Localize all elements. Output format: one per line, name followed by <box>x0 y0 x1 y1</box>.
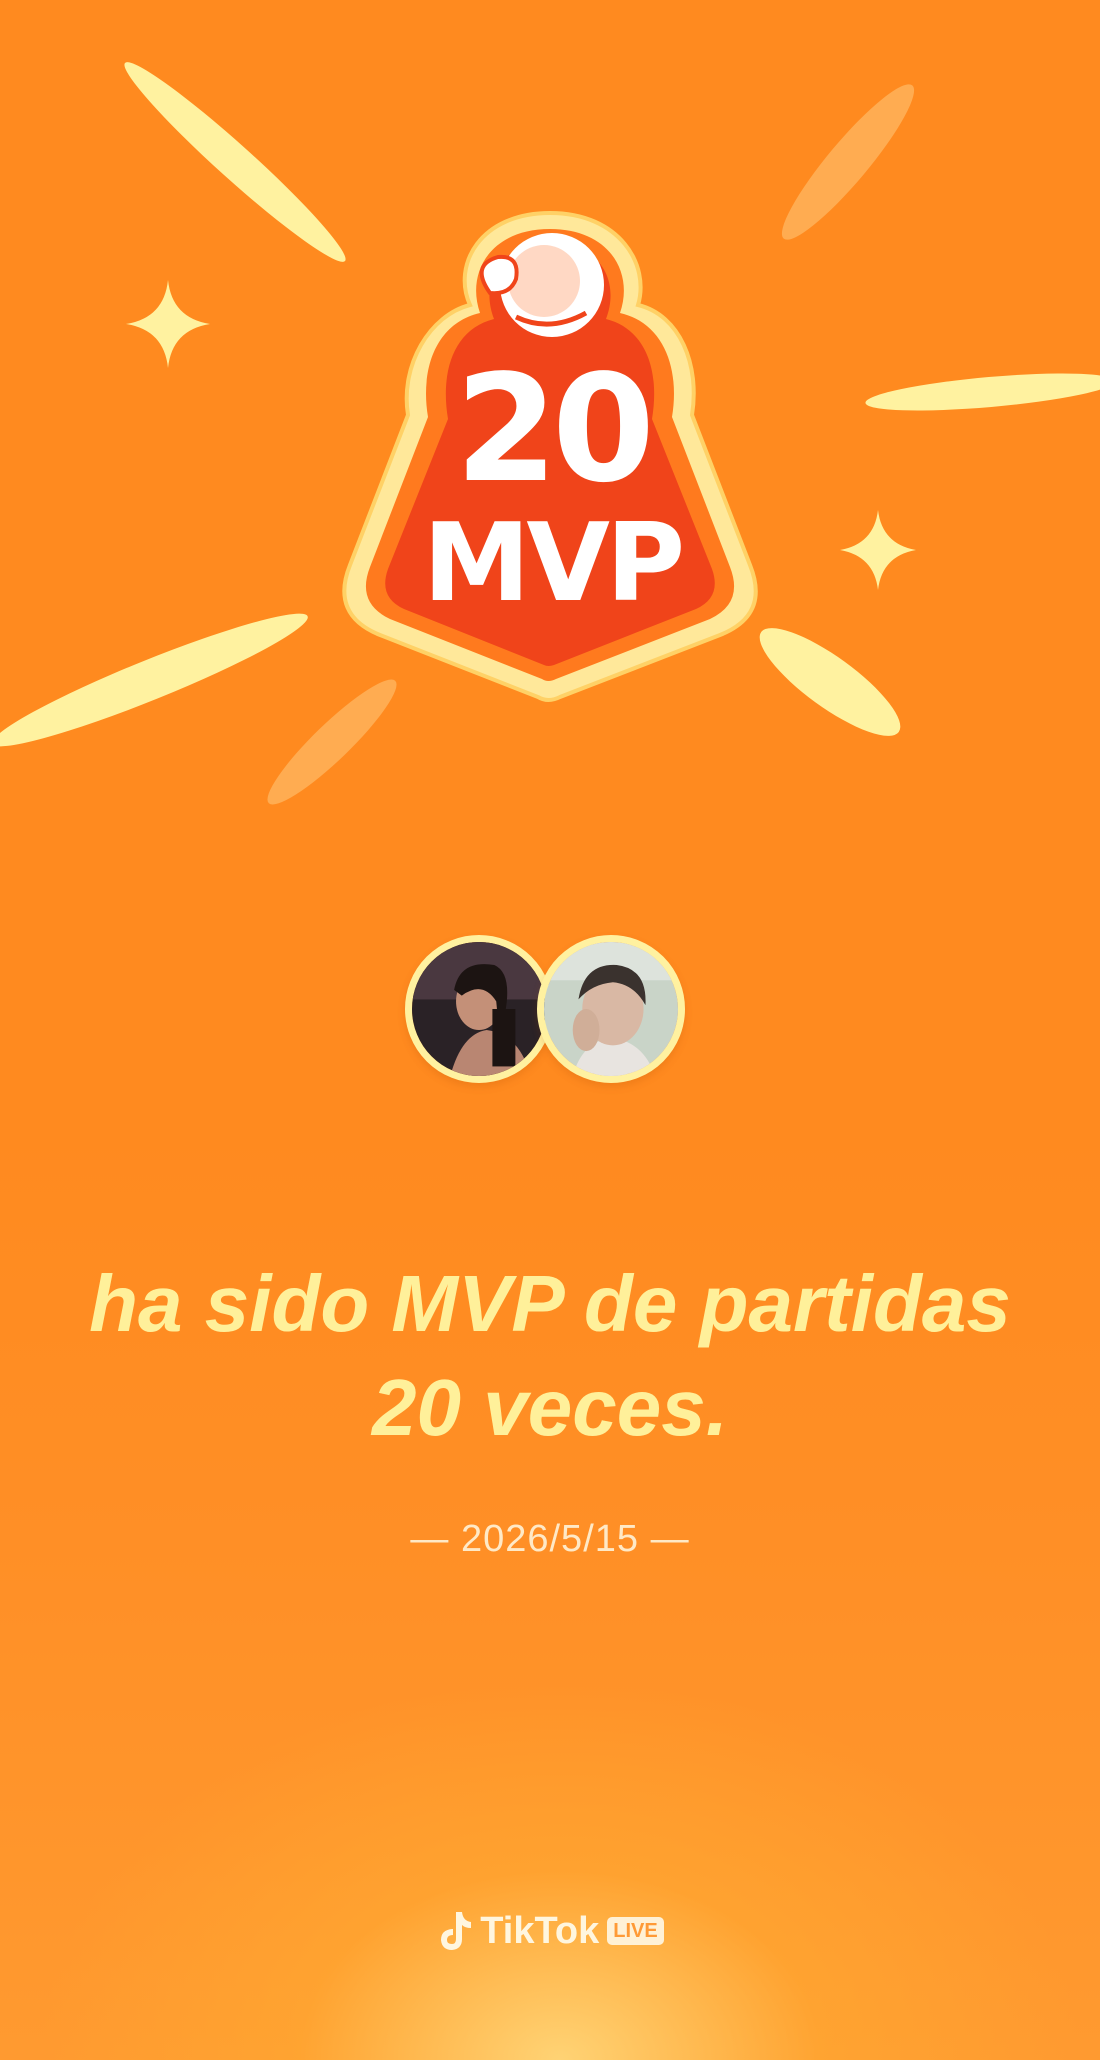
ray-top-right <box>781 84 915 240</box>
achievement-headline: ha sido MVP de partidas 20 veces. <box>40 1252 1060 1460</box>
achievement-date: — 2026/5/15 — <box>410 1518 690 1560</box>
badge-count: 20 <box>455 343 649 515</box>
brand-name: TikTok <box>480 1910 600 1952</box>
live-badge: LIVE <box>607 1917 664 1945</box>
tiktok-note-icon <box>441 1912 472 1950</box>
badge-title: MVP <box>423 501 681 626</box>
mvp-badge: 20 MVP <box>320 205 780 705</box>
mvp-badge-graphic: 20 MVP <box>342 210 758 702</box>
ray-left <box>0 613 308 747</box>
ray-right <box>865 373 1100 411</box>
avatar <box>537 935 685 1083</box>
avatar <box>405 935 553 1083</box>
achievement-line-2: 20 veces. <box>372 1363 728 1452</box>
spark-icon <box>840 510 916 590</box>
participant-avatars <box>405 935 695 1095</box>
spark-icon <box>126 280 210 368</box>
tiktok-live-brand: TikTok LIVE <box>410 1906 690 1956</box>
achievement-line-1: ha sido MVP de partidas <box>89 1259 1011 1348</box>
